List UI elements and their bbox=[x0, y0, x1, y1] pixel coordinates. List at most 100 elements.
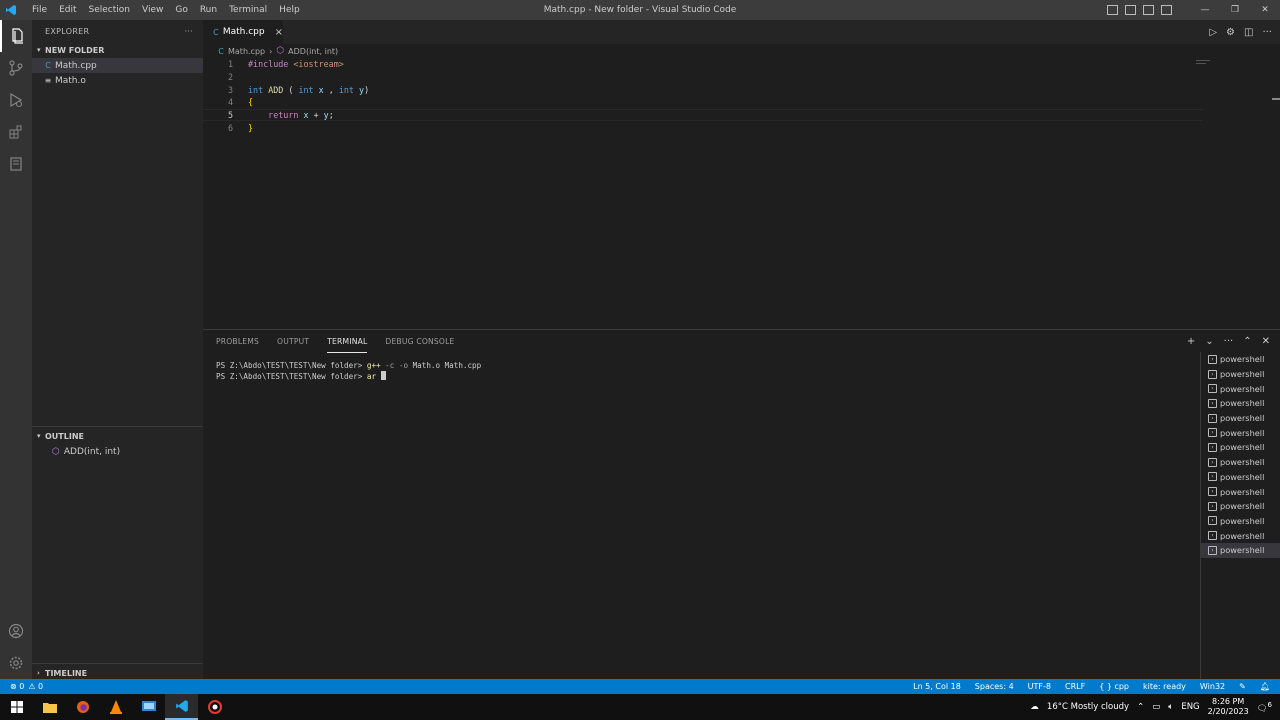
breadcrumb-symbol[interactable]: ADD(int, int) bbox=[288, 47, 338, 56]
chevron-up-icon[interactable]: ⌃ bbox=[1137, 702, 1144, 712]
file-explorer-icon[interactable] bbox=[33, 694, 66, 720]
more-actions-icon[interactable]: ··· bbox=[1224, 336, 1234, 347]
terminal-instance[interactable]: › powershell bbox=[1201, 411, 1280, 426]
menu-help[interactable]: Help bbox=[273, 0, 306, 20]
cursor-position[interactable]: Ln 5, Col 18 bbox=[913, 682, 961, 691]
extensions-icon[interactable] bbox=[0, 116, 32, 148]
menu-file[interactable]: File bbox=[26, 0, 53, 20]
tab-terminal[interactable]: TERMINAL bbox=[327, 330, 368, 353]
terminal-instance[interactable]: › powershell bbox=[1201, 367, 1280, 382]
source-control-icon[interactable] bbox=[0, 52, 32, 84]
method-symbol-icon: ⬡ bbox=[276, 46, 285, 56]
minimap[interactable] bbox=[1196, 60, 1210, 61]
vscode-taskbar-icon[interactable] bbox=[165, 694, 198, 720]
tab-output[interactable]: OUTPUT bbox=[277, 330, 309, 353]
platform[interactable]: Win32 bbox=[1200, 682, 1225, 691]
terminal-instance[interactable]: › powershell bbox=[1201, 528, 1280, 543]
clock[interactable]: 8:26 PM 2/20/2023 bbox=[1208, 697, 1249, 717]
tab-math-cpp[interactable]: C Math.cpp × bbox=[203, 20, 283, 44]
volume-icon[interactable]: 🔈︎ bbox=[1168, 702, 1173, 712]
minimize-button[interactable]: — bbox=[1190, 0, 1220, 20]
close-panel-icon[interactable]: ✕ bbox=[1262, 336, 1270, 347]
terminal-instance[interactable]: › powershell bbox=[1201, 499, 1280, 514]
token: ADD bbox=[268, 84, 284, 95]
remote-desktop-icon[interactable] bbox=[132, 694, 165, 720]
outline-header[interactable]: ▾ OUTLINE bbox=[32, 428, 203, 444]
more-actions-icon[interactable]: ··· bbox=[1262, 27, 1272, 38]
terminal-icon: › bbox=[1208, 487, 1217, 497]
method-symbol-icon: ⬡ bbox=[52, 447, 60, 457]
menu-terminal[interactable]: Terminal bbox=[223, 0, 273, 20]
errors-count[interactable]: ⊗ 0 bbox=[10, 682, 24, 691]
terminal-instance[interactable]: › powershell bbox=[1201, 396, 1280, 411]
terminal-instance[interactable]: › powershell bbox=[1201, 514, 1280, 529]
file-item-math-cpp[interactable]: C Math.cpp bbox=[32, 58, 203, 73]
toggle-panel-icon[interactable] bbox=[1125, 5, 1136, 15]
terminal-instance[interactable]: › powershell bbox=[1201, 470, 1280, 485]
terminal-icon: › bbox=[1208, 501, 1217, 511]
tab-debug-console[interactable]: DEBUG CONSOLE bbox=[385, 330, 454, 353]
encoding[interactable]: UTF-8 bbox=[1028, 682, 1051, 691]
menu-go[interactable]: Go bbox=[169, 0, 193, 20]
restore-button[interactable]: ❐ bbox=[1220, 0, 1250, 20]
close-window-button[interactable]: ✕ bbox=[1250, 0, 1280, 20]
menu-run[interactable]: Run bbox=[194, 0, 223, 20]
terminal-instance[interactable]: › powershell bbox=[1201, 440, 1280, 455]
close-icon[interactable]: × bbox=[275, 27, 283, 38]
terminal-label: powershell bbox=[1220, 383, 1265, 394]
terminal-output[interactable]: PS Z:\Abdo\TEST\TEST\New folder> g++ -c … bbox=[216, 360, 481, 382]
notifications-bell-icon[interactable]: 🔔︎ bbox=[1260, 682, 1270, 691]
firefox-icon[interactable] bbox=[66, 694, 99, 720]
weather-widget[interactable]: 16°C Mostly cloudy bbox=[1047, 702, 1129, 712]
run-debug-icon[interactable] bbox=[0, 84, 32, 116]
code-line: 2 bbox=[203, 71, 1203, 84]
terminal-instance[interactable]: › powershell bbox=[1201, 455, 1280, 470]
breadcrumb-file[interactable]: Math.cpp bbox=[228, 47, 265, 56]
new-terminal-icon[interactable]: + bbox=[1187, 336, 1195, 347]
network-icon[interactable]: ▭ bbox=[1152, 702, 1160, 712]
indentation[interactable]: Spaces: 4 bbox=[975, 682, 1014, 691]
run-code-icon[interactable]: ▷ bbox=[1209, 27, 1217, 38]
input-language[interactable]: ENG bbox=[1181, 702, 1199, 712]
terminal-instance[interactable]: › powershell bbox=[1201, 425, 1280, 440]
remote-explorer-icon[interactable] bbox=[0, 148, 32, 180]
split-editor-icon[interactable]: ◫ bbox=[1244, 27, 1253, 38]
terminal-prompt: PS Z:\Abdo\TEST\TEST\New folder> bbox=[216, 361, 367, 370]
accounts-icon[interactable] bbox=[0, 615, 32, 647]
token: x bbox=[303, 110, 309, 121]
outline-item-add[interactable]: ⬡ ADD(int, int) bbox=[32, 444, 203, 460]
settings-gear-icon[interactable] bbox=[0, 647, 32, 679]
toggle-secondary-sidebar-icon[interactable] bbox=[1143, 5, 1154, 15]
terminal-icon: › bbox=[1208, 398, 1217, 408]
feedback-icon[interactable]: ✎ bbox=[1239, 682, 1246, 691]
customize-layout-icon[interactable] bbox=[1161, 5, 1172, 15]
end-of-line[interactable]: CRLF bbox=[1065, 682, 1085, 691]
explorer-more-actions-icon[interactable]: ··· bbox=[184, 27, 193, 36]
file-item-math-o[interactable]: ≡ Math.o bbox=[32, 73, 203, 88]
folder-section-header[interactable]: ▾ NEW FOLDER bbox=[32, 42, 203, 58]
tab-problems[interactable]: PROBLEMS bbox=[216, 330, 259, 353]
chevron-down-icon[interactable]: ⌄ bbox=[1205, 336, 1213, 347]
menu-selection[interactable]: Selection bbox=[83, 0, 136, 20]
terminal-instance-active[interactable]: › powershell bbox=[1201, 542, 1280, 558]
language-mode[interactable]: { } cpp bbox=[1099, 682, 1129, 691]
vlc-icon[interactable] bbox=[99, 694, 132, 720]
code-editor[interactable]: 1 #include <iostream> 2 3 int ADD ( int … bbox=[203, 58, 1280, 328]
notification-center-icon[interactable]: 🗨︎6 bbox=[1257, 700, 1272, 714]
windows-start-icon[interactable] bbox=[0, 694, 33, 720]
menu-edit[interactable]: Edit bbox=[53, 0, 82, 20]
settings-gear-icon[interactable]: ⚙ bbox=[1226, 27, 1235, 38]
warnings-count[interactable]: ⚠ 0 bbox=[28, 682, 43, 691]
terminal-instance[interactable]: › powershell bbox=[1201, 484, 1280, 499]
toggle-sidebar-icon[interactable] bbox=[1107, 5, 1118, 15]
chrome-icon[interactable] bbox=[198, 694, 231, 720]
outline-section: ▾ OUTLINE ⬡ ADD(int, int) bbox=[32, 426, 203, 460]
menu-view[interactable]: View bbox=[136, 0, 169, 20]
maximize-panel-icon[interactable]: ⌃ bbox=[1243, 336, 1251, 347]
kite-status[interactable]: kite: ready bbox=[1143, 682, 1186, 691]
explorer-icon[interactable] bbox=[0, 20, 32, 52]
token: } bbox=[248, 122, 254, 133]
terminal-instance[interactable]: › powershell bbox=[1201, 352, 1280, 367]
terminal-instance[interactable]: › powershell bbox=[1201, 381, 1280, 396]
outline-title: OUTLINE bbox=[45, 431, 84, 441]
